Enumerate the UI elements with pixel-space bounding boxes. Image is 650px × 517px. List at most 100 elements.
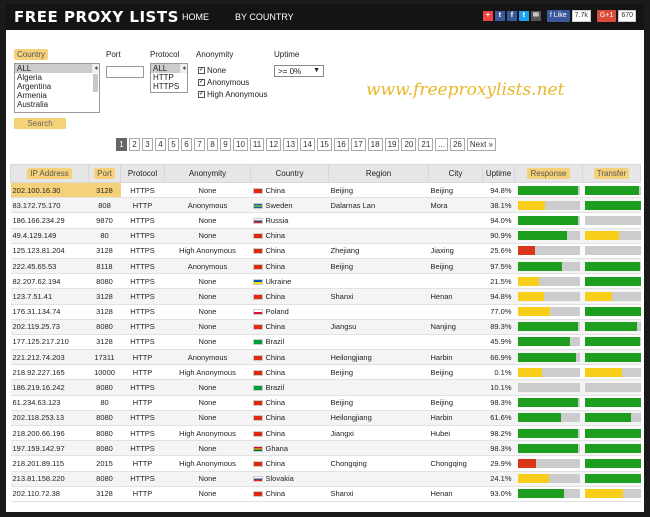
- page-link[interactable]: 17: [350, 138, 366, 151]
- ip-cell[interactable]: 202.119.25.73: [10, 319, 89, 335]
- anonymity-anonymous-checkbox[interactable]: ✓ Anonymous: [198, 78, 249, 87]
- transfer-bar: [584, 443, 641, 453]
- country-scrollbar[interactable]: ▲ ▼: [91, 64, 99, 92]
- ip-cell[interactable]: 202.100.16.30: [10, 182, 89, 199]
- page-link[interactable]: 20: [401, 138, 417, 151]
- country-option[interactable]: ALL: [15, 64, 99, 73]
- nav-by-country[interactable]: BY COUNTRY: [235, 12, 294, 22]
- page-link[interactable]: 14: [300, 138, 315, 151]
- response-bar-fill: [517, 246, 535, 256]
- anonymity-cell: None: [164, 304, 251, 320]
- share-plus-icon[interactable]: +: [482, 11, 493, 21]
- page-link[interactable]: 8: [207, 138, 218, 151]
- page-link[interactable]: 10: [233, 138, 248, 151]
- anonymity-cell: None: [164, 228, 251, 244]
- ip-cell[interactable]: 218.92.227.165: [10, 364, 89, 381]
- port-input[interactable]: [106, 66, 144, 78]
- response-bar: [517, 261, 580, 271]
- anonymity-high-checkbox[interactable]: ✓ High Anonymous: [198, 90, 267, 99]
- site-logo[interactable]: FREE PROXY LISTS: [14, 8, 178, 26]
- column-header[interactable]: Anonymity: [164, 164, 251, 183]
- nav-home[interactable]: HOME: [182, 12, 209, 22]
- ip-cell[interactable]: 186.219.16.242: [10, 379, 89, 396]
- region-cell: Jiangsu: [328, 319, 429, 335]
- ip-cell[interactable]: 186.166.234.29: [10, 212, 89, 229]
- page-link[interactable]: 5: [168, 138, 179, 151]
- page-link[interactable]: 12: [266, 138, 282, 151]
- transfer-cell: [582, 197, 641, 214]
- transfer-cell: [582, 486, 641, 502]
- column-header[interactable]: Country: [250, 164, 329, 183]
- port-cell: 3128: [88, 288, 121, 305]
- country-option[interactable]: Argentina: [15, 82, 99, 91]
- ip-cell[interactable]: 218.200.66.196: [10, 425, 89, 442]
- page-link[interactable]: 9: [220, 138, 231, 151]
- country-option[interactable]: Algeria: [15, 73, 99, 82]
- page-link[interactable]: 18: [367, 138, 383, 151]
- next-page-button[interactable]: Next »: [466, 138, 496, 151]
- ip-cell[interactable]: 61.234.63.123: [10, 395, 89, 411]
- page-link[interactable]: 2: [129, 138, 140, 151]
- anonymity-cell: None: [164, 182, 251, 199]
- country-select[interactable]: ALL Algeria Argentina Armenia Australia …: [14, 63, 100, 113]
- twitter-icon[interactable]: t: [518, 11, 529, 21]
- page-link[interactable]: 19: [384, 138, 400, 151]
- protocol-option[interactable]: HTTPS: [151, 82, 187, 91]
- facebook-like-button[interactable]: f Like: [546, 10, 570, 22]
- column-header[interactable]: Response: [514, 164, 583, 183]
- protocol-select[interactable]: ALL HTTP HTTPS ▲ ▼: [150, 63, 188, 93]
- ip-cell[interactable]: 177.125.217.210: [10, 334, 89, 351]
- region-cell: Chongqing: [328, 455, 429, 472]
- page-link[interactable]: 13: [283, 138, 299, 151]
- page-link[interactable]: 16: [333, 138, 349, 151]
- ip-cell[interactable]: 202.110.72.38: [10, 486, 89, 502]
- transfer-cell: [582, 425, 641, 442]
- country-option[interactable]: Armenia: [15, 91, 99, 100]
- uptime-select[interactable]: >= 0% ▼: [274, 65, 324, 77]
- ip-cell[interactable]: 202.118.253.13: [10, 410, 89, 427]
- page-link[interactable]: 4: [155, 138, 166, 151]
- column-header[interactable]: Transfer: [582, 164, 641, 183]
- page-link[interactable]: 15: [316, 138, 332, 151]
- ip-cell[interactable]: 213.81.158.220: [10, 471, 89, 487]
- page-link[interactable]: 11: [249, 138, 265, 151]
- column-header[interactable]: IP Address: [10, 164, 89, 183]
- city-cell: Harbin: [428, 349, 483, 366]
- city-cell: Beijing: [428, 364, 483, 381]
- page-link[interactable]: 21: [418, 138, 434, 151]
- ip-cell[interactable]: 125.123.81.204: [10, 243, 89, 259]
- ip-cell[interactable]: 176.31.134.74: [10, 304, 89, 320]
- country-cell: China: [250, 182, 329, 199]
- protocol-scrollbar[interactable]: ▲ ▼: [179, 64, 187, 73]
- anonymity-none-checkbox[interactable]: ✓ None: [198, 66, 226, 75]
- gplus-button[interactable]: G+1: [596, 10, 617, 22]
- facebook-icon[interactable]: f: [506, 11, 517, 21]
- page-link[interactable]: 7: [194, 138, 205, 151]
- country-cell: Russia: [250, 212, 329, 229]
- page-link[interactable]: 6: [181, 138, 192, 151]
- page-link[interactable]: 1: [116, 138, 127, 151]
- ip-cell[interactable]: 221.212.74.203: [10, 349, 89, 366]
- country-option[interactable]: Australia: [15, 100, 99, 109]
- table-row: 82.207.62.194 8080 HTTPS None Ukraine 21.5%: [10, 273, 641, 290]
- ip-cell[interactable]: 197.159.142.97: [10, 440, 89, 457]
- page-link[interactable]: 26: [449, 138, 465, 151]
- protocol-option[interactable]: HTTP: [151, 73, 187, 82]
- ip-cell[interactable]: 83.172.75.170: [10, 197, 89, 214]
- tumblr-icon[interactable]: t: [494, 11, 505, 21]
- column-header[interactable]: Uptime: [482, 164, 515, 183]
- search-button[interactable]: Search: [14, 118, 66, 129]
- column-header[interactable]: City: [428, 164, 483, 183]
- email-icon[interactable]: ✉: [530, 11, 541, 21]
- column-header[interactable]: Region: [328, 164, 429, 183]
- region-cell: [328, 273, 429, 290]
- ip-cell[interactable]: 82.207.62.194: [10, 273, 89, 290]
- ip-cell[interactable]: 218.201.89.115: [10, 455, 89, 472]
- ip-cell[interactable]: 222.45.65.53: [10, 258, 89, 275]
- page-link[interactable]: 3: [142, 138, 153, 151]
- column-header[interactable]: Port: [88, 164, 121, 183]
- transfer-bar-fill: [584, 337, 641, 347]
- ip-cell[interactable]: 123.7.51.41: [10, 288, 89, 305]
- column-header[interactable]: Protocol: [120, 164, 165, 183]
- ip-cell[interactable]: 49.4.129.149: [10, 228, 89, 244]
